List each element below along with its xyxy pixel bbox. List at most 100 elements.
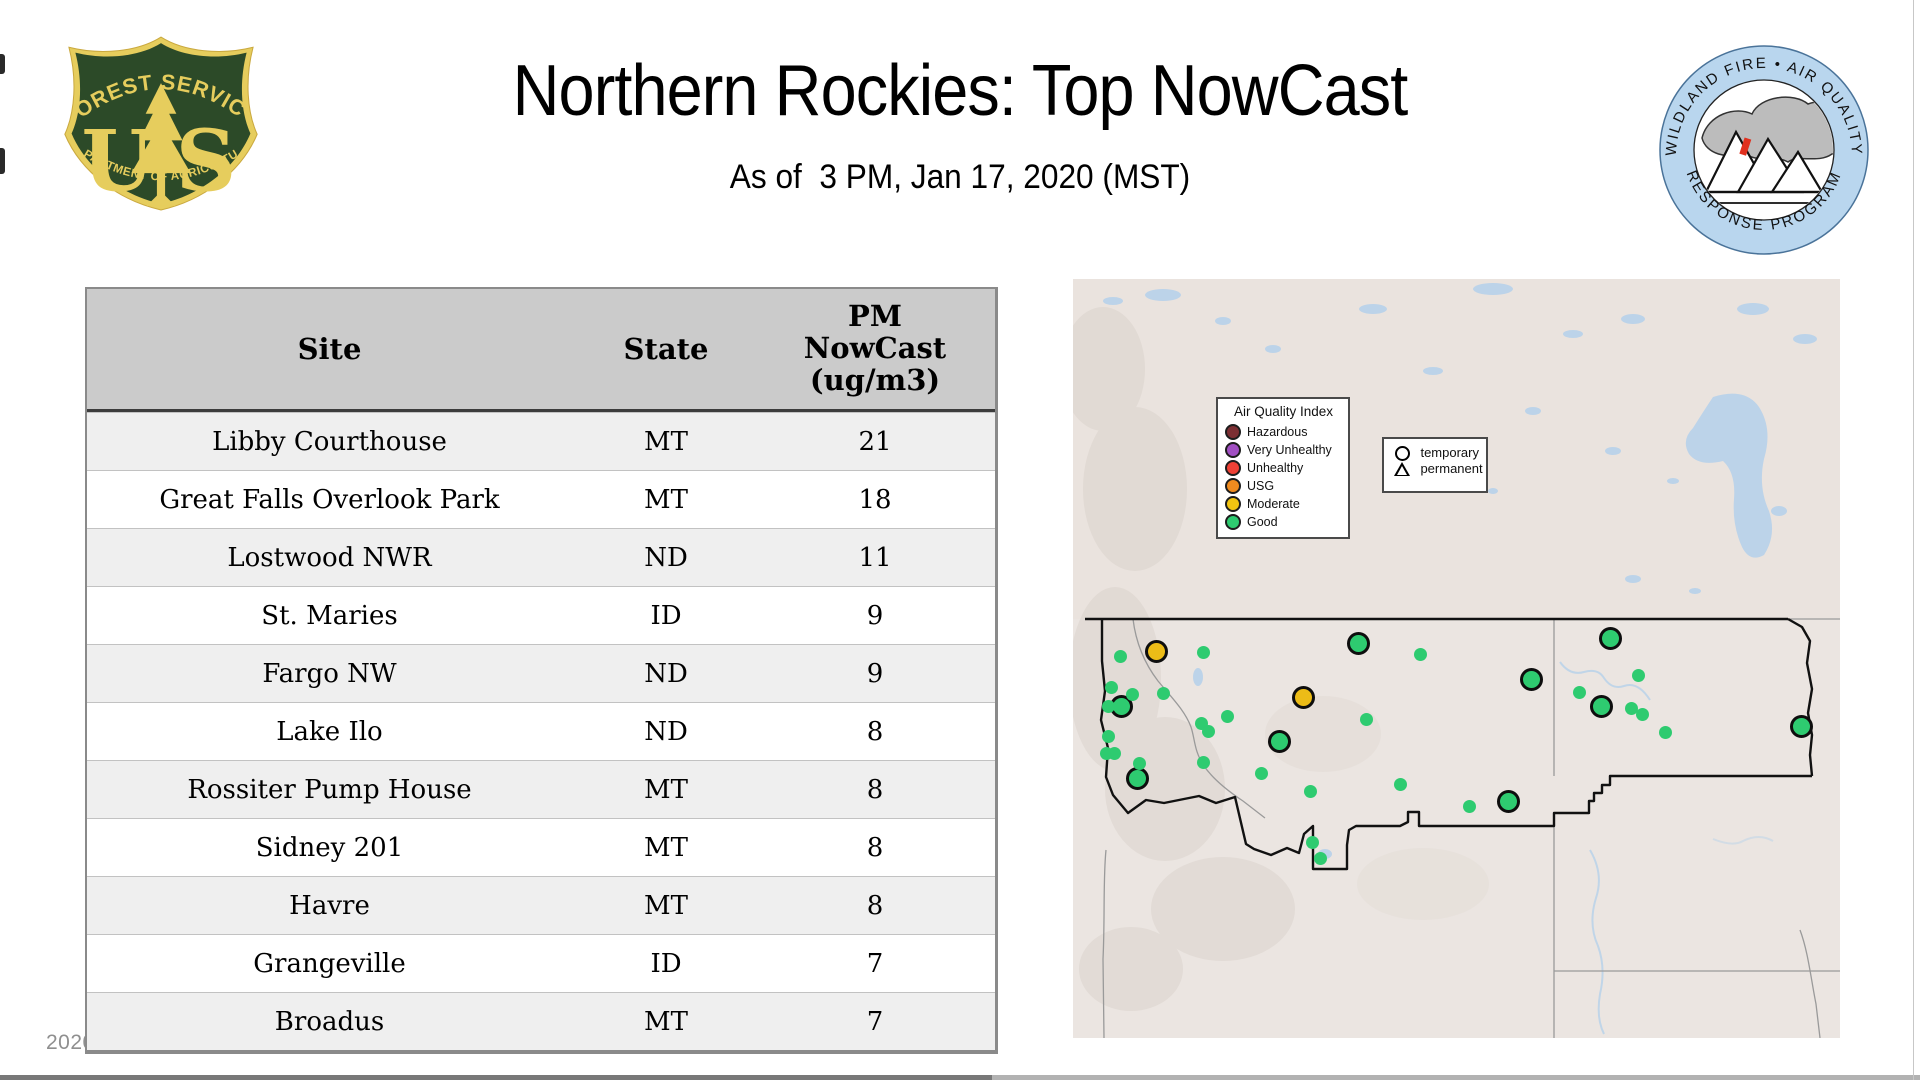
monitor-marker-good[interactable]: [1590, 695, 1613, 718]
page: FOREST SERVICE U S DEPARTMENT OF AGRICUL…: [0, 0, 1920, 1080]
aqi-legend: Air Quality Index Hazardous Very Unhealth…: [1216, 397, 1350, 539]
page-title: Northern Rockies: Top NowCast: [96, 50, 1824, 132]
aqi-color-swatch: [1225, 496, 1241, 512]
cell-site: Broadus: [87, 1007, 572, 1037]
column-header-site: Site: [87, 332, 572, 366]
monitor-marker-moderate[interactable]: [1145, 640, 1168, 663]
monitor-marker-small[interactable]: [1126, 688, 1139, 701]
monitor-marker-small[interactable]: [1414, 648, 1427, 661]
window-right-edge: [1913, 0, 1914, 1080]
table-header-row: Site State PM NowCast (ug/m3): [87, 289, 995, 412]
temporary-label: temporary: [1420, 445, 1482, 461]
monitor-marker-good[interactable]: [1790, 715, 1813, 738]
cell-state: MT: [572, 485, 760, 515]
aqi-legend-label: Hazardous: [1247, 425, 1307, 439]
cell-value: 9: [760, 601, 990, 631]
page-subtitle: As of 3 PM, Jan 17, 2020 (MST): [67, 158, 1853, 197]
monitor-marker-moderate[interactable]: [1292, 686, 1315, 709]
monitor-marker-good[interactable]: [1268, 730, 1291, 753]
monitor-marker-small[interactable]: [1636, 708, 1649, 721]
aqi-legend-title: Air Quality Index: [1225, 404, 1342, 419]
aqi-color-swatch: [1225, 424, 1241, 440]
aqi-legend-label: Unhealthy: [1247, 461, 1303, 475]
table-row: GrangevilleID7: [87, 934, 995, 992]
aqi-legend-item: Good: [1225, 513, 1342, 531]
cell-site: Great Falls Overlook Park: [87, 485, 572, 515]
monitor-marker-small[interactable]: [1304, 785, 1317, 798]
monitor-marker-small[interactable]: [1394, 778, 1407, 791]
monitor-marker-small[interactable]: [1105, 681, 1118, 694]
cell-site: Grangeville: [87, 949, 572, 979]
cell-value: 7: [760, 949, 990, 979]
monitor-marker-small[interactable]: [1360, 713, 1373, 726]
table-row: Rossiter Pump HouseMT8: [87, 760, 995, 818]
monitor-marker-small[interactable]: [1314, 852, 1327, 865]
monitor-marker-small[interactable]: [1108, 747, 1121, 760]
aqi-color-swatch: [1225, 442, 1241, 458]
cell-site: Rossiter Pump House: [87, 775, 572, 805]
aqi-legend-item: Moderate: [1225, 495, 1342, 513]
monitor-marker-good[interactable]: [1126, 767, 1149, 790]
monitor-marker-good[interactable]: [1520, 668, 1543, 691]
table-row: Lake IloND8: [87, 702, 995, 760]
table-row: Fargo NWND9: [87, 644, 995, 702]
cell-state: MT: [572, 891, 760, 921]
aqi-legend-label: Good: [1247, 515, 1278, 529]
monitor-marker-small[interactable]: [1255, 767, 1268, 780]
cell-state: ID: [572, 601, 760, 631]
monitor-marker-good[interactable]: [1347, 632, 1370, 655]
table-row: St. MariesID9: [87, 586, 995, 644]
map-panel: Air Quality Index Hazardous Very Unhealth…: [1073, 279, 1840, 1038]
monitor-marker-small[interactable]: [1306, 836, 1319, 849]
table-row: Sidney 201MT8: [87, 818, 995, 876]
monitor-marker-good[interactable]: [1599, 627, 1622, 650]
cell-value: 21: [760, 427, 990, 457]
monitor-marker-small[interactable]: [1573, 686, 1586, 699]
cell-value: 8: [760, 717, 990, 747]
cell-site: Sidney 201: [87, 833, 572, 863]
cell-site: Libby Courthouse: [87, 427, 572, 457]
monitor-marker-small[interactable]: [1659, 726, 1672, 739]
monitor-marker-small[interactable]: [1157, 687, 1170, 700]
aqi-legend-item: Very Unhealthy: [1225, 441, 1342, 459]
monitor-marker-small[interactable]: [1102, 700, 1115, 713]
aqi-legend-items: Hazardous Very Unhealthy Unhealthy USG Moder…: [1225, 423, 1342, 531]
permanent-label: permanent: [1420, 461, 1482, 477]
monitor-marker-good[interactable]: [1497, 790, 1520, 813]
monitor-marker-small[interactable]: [1202, 725, 1215, 738]
monitor-marker-small[interactable]: [1221, 710, 1234, 723]
screen-edge-artifact: [0, 148, 5, 174]
aqi-legend-item: USG: [1225, 477, 1342, 495]
monitor-marker-small[interactable]: [1632, 669, 1645, 682]
window-bottom-edge: [992, 1075, 1920, 1080]
aqi-legend-label: USG: [1247, 479, 1274, 493]
cell-value: 8: [760, 891, 990, 921]
table-row: Great Falls Overlook ParkMT18: [87, 470, 995, 528]
table-row: BroadusMT7: [87, 992, 995, 1050]
cell-state: MT: [572, 427, 760, 457]
monitor-marker-small[interactable]: [1102, 730, 1115, 743]
table-row: HavreMT8: [87, 876, 995, 934]
aqi-legend-item: Unhealthy: [1225, 459, 1342, 477]
monitor-marker-small[interactable]: [1463, 800, 1476, 813]
permanent-marker-icon: [1394, 462, 1410, 476]
monitor-marker-small[interactable]: [1133, 757, 1146, 770]
aqi-color-swatch: [1225, 478, 1241, 494]
monitor-marker-small[interactable]: [1114, 650, 1127, 663]
cell-state: MT: [572, 1007, 760, 1037]
table-row: Libby CourthouseMT21: [87, 412, 995, 470]
marker-type-legend: temporary permanent: [1382, 437, 1488, 493]
monitor-marker-small[interactable]: [1197, 646, 1210, 659]
table-row: Lostwood NWRND11: [87, 528, 995, 586]
cell-site: St. Maries: [87, 601, 572, 631]
basemap: [1073, 279, 1840, 1038]
aqi-legend-label: Very Unhealthy: [1247, 443, 1332, 457]
monitor-marker-small[interactable]: [1197, 756, 1210, 769]
aqi-color-swatch: [1225, 514, 1241, 530]
cell-site: Lostwood NWR: [87, 543, 572, 573]
cell-state: ND: [572, 543, 760, 573]
window-bottom-edge: [0, 1075, 992, 1080]
column-header-pm: PM NowCast (ug/m3): [760, 301, 990, 397]
aqi-legend-label: Moderate: [1247, 497, 1300, 511]
cell-value: 8: [760, 833, 990, 863]
